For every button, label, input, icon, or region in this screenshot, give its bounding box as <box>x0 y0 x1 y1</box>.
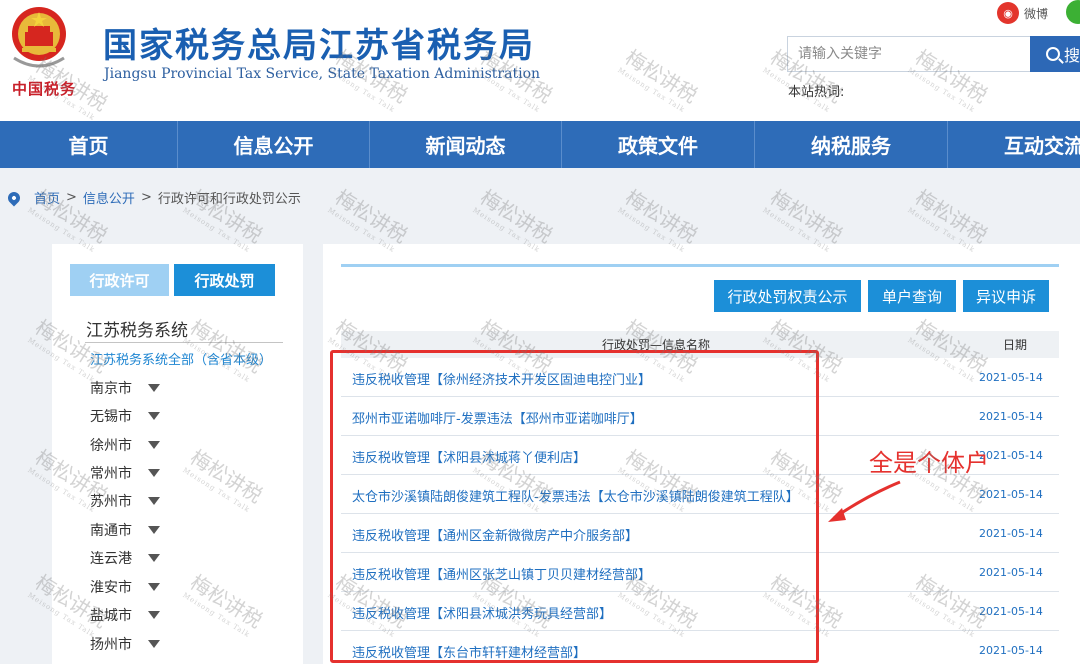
breadcrumb-current: 行政许可和行政处罚公示 <box>158 188 301 207</box>
nav-item-news[interactable]: 新闻动态 <box>370 121 562 168</box>
city-label: 徐州市 <box>90 435 132 455</box>
sidebar-divider <box>85 342 283 343</box>
search-button[interactable]: 搜 <box>1030 36 1080 72</box>
nav-item-home[interactable]: 首页 <box>0 121 178 168</box>
sidebar-item-city[interactable]: 淮安市 <box>90 577 160 597</box>
brand-script-logo: 中国税务 <box>12 78 76 99</box>
wechat-icon[interactable] <box>1066 0 1080 24</box>
breadcrumb-home[interactable]: 首页 <box>34 188 60 207</box>
caret-down-icon[interactable] <box>148 469 160 477</box>
sidebar-item-city[interactable]: 连云港 <box>90 548 160 568</box>
main-nav: 首页 信息公开 新闻动态 政策文件 纳税服务 互动交流 <box>0 121 1080 168</box>
penalty-date: 2021-05-14 <box>979 371 1043 384</box>
weibo-label: 微博 <box>1024 5 1048 22</box>
tab-administrative-penalty[interactable]: 行政处罚 <box>174 264 275 296</box>
penalty-date: 2021-05-14 <box>979 488 1043 501</box>
city-label: 南京市 <box>90 378 132 398</box>
sidebar-item-all-system[interactable]: 江苏税务系统全部（含省本级） <box>90 349 272 368</box>
annotation-arrow-icon <box>826 478 902 524</box>
section-top-rule <box>341 264 1059 267</box>
city-label: 无锡市 <box>90 406 132 426</box>
city-label: 常州市 <box>90 463 132 483</box>
hot-words-label: 本站热词: <box>788 81 844 100</box>
caret-down-icon[interactable] <box>148 526 160 534</box>
breadcrumb-info-disclosure[interactable]: 信息公开 <box>83 188 135 207</box>
annotation-text: 全是个体户 <box>869 443 989 478</box>
weibo-icon: ◉ <box>997 2 1019 24</box>
city-label: 苏州市 <box>90 491 132 511</box>
penalty-authority-button[interactable]: 行政处罚权责公示 <box>714 280 861 312</box>
sidebar-system-title: 江苏税务系统 <box>86 316 188 341</box>
annotation-highlight-box <box>330 350 819 663</box>
breadcrumb: 首页 > 信息公开 > 行政许可和行政处罚公示 <box>8 188 301 207</box>
site-title[interactable]: 国家税务总局江苏省税务局 <box>103 18 535 67</box>
search-icon <box>1046 47 1060 61</box>
breadcrumb-separator: > <box>66 190 77 205</box>
city-label: 连云港 <box>90 548 132 568</box>
sidebar-item-city[interactable]: 盐城市 <box>90 605 160 625</box>
caret-down-icon[interactable] <box>148 583 160 591</box>
nav-item-interaction[interactable]: 互动交流 <box>948 121 1080 168</box>
caret-down-icon[interactable] <box>148 497 160 505</box>
caret-down-icon[interactable] <box>148 640 160 648</box>
penalty-date: 2021-05-14 <box>979 410 1043 423</box>
location-pin-icon <box>6 189 23 206</box>
sidebar: 行政许可 行政处罚 江苏税务系统 江苏税务系统全部（含省本级） 南京市 无锡市 … <box>52 244 303 664</box>
city-label: 盐城市 <box>90 605 132 625</box>
penalty-date: 2021-05-14 <box>979 566 1043 579</box>
city-label: 淮安市 <box>90 577 132 597</box>
penalty-date: 2021-05-14 <box>979 605 1043 618</box>
penalty-date: 2021-05-14 <box>979 527 1043 540</box>
caret-down-icon[interactable] <box>148 554 160 562</box>
objection-appeal-button[interactable]: 异议申诉 <box>963 280 1049 312</box>
caret-down-icon[interactable] <box>148 611 160 619</box>
city-label: 南通市 <box>90 520 132 540</box>
column-header-date: 日期 <box>971 331 1059 358</box>
penalty-date: 2021-05-14 <box>979 644 1043 657</box>
sidebar-item-city[interactable]: 苏州市 <box>90 491 160 511</box>
breadcrumb-separator: > <box>141 190 152 205</box>
sidebar-item-city[interactable]: 无锡市 <box>90 406 160 426</box>
tab-administrative-permit[interactable]: 行政许可 <box>70 264 169 296</box>
sidebar-item-city[interactable]: 扬州市 <box>90 634 160 654</box>
caret-down-icon[interactable] <box>148 441 160 449</box>
weibo-link[interactable]: ◉ 微博 <box>997 2 1048 24</box>
search-button-label: 搜 <box>1064 42 1080 66</box>
nav-item-policy[interactable]: 政策文件 <box>562 121 755 168</box>
nav-item-tax-service[interactable]: 纳税服务 <box>755 121 948 168</box>
site-subtitle: Jiangsu Provincial Tax Service, State Ta… <box>104 66 540 82</box>
nav-item-info-disclosure[interactable]: 信息公开 <box>178 121 370 168</box>
sidebar-item-city[interactable]: 徐州市 <box>90 435 160 455</box>
search-input[interactable] <box>788 37 1029 71</box>
caret-down-icon[interactable] <box>148 384 160 392</box>
sidebar-item-city[interactable]: 常州市 <box>90 463 160 483</box>
caret-down-icon[interactable] <box>148 412 160 420</box>
site-header: 中国税务 国家税务总局江苏省税务局 Jiangsu Provincial Tax… <box>0 0 1080 121</box>
single-household-query-button[interactable]: 单户查询 <box>868 280 956 312</box>
sidebar-item-city[interactable]: 南通市 <box>90 520 160 540</box>
city-label: 扬州市 <box>90 634 132 654</box>
sidebar-item-city[interactable]: 南京市 <box>90 378 160 398</box>
search-box: 搜 <box>787 36 1080 72</box>
national-emblem-icon[interactable] <box>8 4 70 70</box>
